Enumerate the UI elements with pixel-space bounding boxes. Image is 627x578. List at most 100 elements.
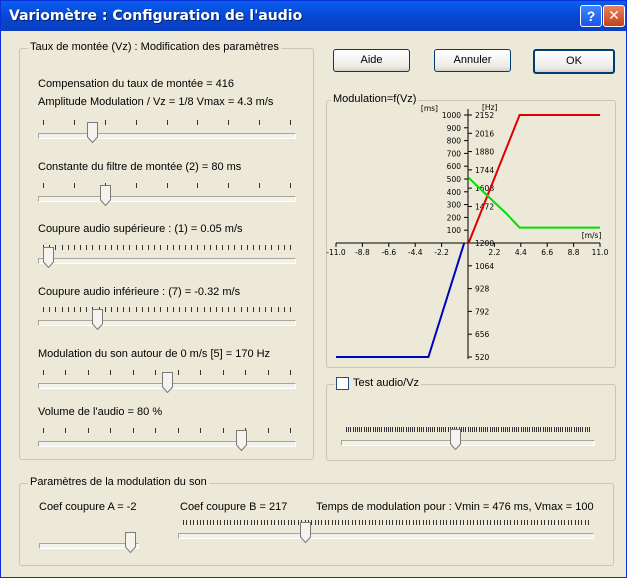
slider-tick [290, 307, 291, 312]
slider-tick [507, 520, 508, 525]
ok-button[interactable]: OK [533, 49, 615, 74]
slider-thumb[interactable] [99, 185, 111, 206]
slider-tick [228, 307, 230, 312]
slider-thumb[interactable] [161, 372, 173, 393]
slider-tick [403, 427, 405, 432]
slider-tick [443, 427, 445, 432]
modulation-slider[interactable] [38, 366, 296, 396]
slider-tick [87, 370, 89, 375]
slider-tick [533, 427, 535, 432]
slider-tick [447, 427, 449, 432]
test-audio-label[interactable]: Test audio/Vz [353, 377, 419, 389]
slider-tick [160, 245, 162, 250]
slider-tick [185, 245, 187, 250]
slider-tick [271, 307, 273, 312]
coupure-inf-slider[interactable] [38, 303, 296, 333]
slider-tick [61, 245, 63, 250]
slider-tick [186, 520, 188, 525]
constante-slider[interactable] [38, 179, 296, 209]
slider-tick [318, 520, 319, 525]
slider-tick [442, 520, 444, 525]
slider-tick [580, 427, 582, 432]
slider-track[interactable] [39, 543, 139, 549]
slider-tick [445, 427, 447, 432]
slider-thumb[interactable] [125, 532, 137, 553]
slider-tick [402, 520, 404, 525]
slider-tick [274, 520, 276, 525]
window-title: Variomètre : Configuration de l'audio [9, 8, 303, 24]
slider-ticks [178, 520, 594, 525]
slider-tick [562, 427, 564, 432]
slider-tick [209, 245, 211, 250]
slider-tick [540, 520, 542, 525]
slider-tick [415, 520, 417, 525]
slider-tick [104, 245, 106, 250]
slider-track[interactable] [341, 440, 595, 446]
slider-thumb[interactable] [235, 430, 247, 451]
slider-track[interactable] [38, 441, 296, 447]
slider-tick [589, 427, 590, 432]
slider-track[interactable] [38, 258, 296, 264]
slider-tick [549, 427, 551, 432]
slider-tick [527, 427, 529, 432]
slider-tick [222, 245, 224, 250]
slider-tick [520, 427, 522, 432]
slider-tick [550, 520, 552, 525]
help-title-button[interactable]: ? [580, 5, 602, 27]
slider-tick [510, 520, 512, 525]
modulation-params-legend: Paramètres de la modulation du son [28, 476, 209, 488]
volume-slider[interactable] [38, 424, 296, 454]
aide-button[interactable]: Aide [333, 49, 410, 72]
slider-tick [314, 520, 316, 525]
coef-b-slider[interactable] [178, 516, 594, 546]
slider-tick [350, 427, 352, 432]
slider-thumb[interactable] [42, 247, 54, 268]
slider-track[interactable] [178, 533, 594, 539]
y-hz-tick-label: 656 [475, 330, 490, 339]
slider-thumb[interactable] [450, 429, 462, 450]
slider-tick [259, 120, 261, 125]
slider-tick [486, 520, 488, 525]
slider-tick [416, 427, 418, 432]
coupure-sup-slider[interactable] [38, 241, 296, 271]
slider-tick [252, 307, 254, 312]
close-title-button[interactable]: ✕ [603, 5, 625, 27]
slider-thumb[interactable] [299, 522, 311, 543]
slider-tick [209, 307, 211, 312]
slider-tick [348, 427, 350, 432]
slider-tick [493, 520, 495, 525]
slider-tick [86, 245, 88, 250]
coef-a-slider[interactable] [39, 526, 139, 556]
slider-tick [197, 183, 199, 188]
annuler-button[interactable]: Annuler [434, 49, 511, 72]
slider-track[interactable] [38, 196, 296, 202]
slider-tick [245, 370, 247, 375]
slider-tick [554, 520, 556, 525]
slider-tick [394, 427, 396, 432]
slider-tick [43, 183, 44, 188]
amplitude-slider[interactable] [38, 116, 296, 146]
slider-thumb[interactable] [87, 122, 99, 143]
slider-tick [213, 520, 215, 525]
x-tick-label: 11.0 [592, 248, 609, 257]
test-audio-slider[interactable] [341, 423, 595, 453]
test-audio-checkbox[interactable] [336, 377, 349, 390]
slider-thumb[interactable] [92, 309, 104, 330]
slider-track[interactable] [38, 320, 296, 326]
slider-tick [135, 307, 137, 312]
slider-tick [432, 520, 434, 525]
slider-tick [440, 427, 442, 432]
slider-tick [555, 427, 557, 432]
slider-tick [265, 245, 267, 250]
slider-tick [160, 307, 162, 312]
x-tick-label: -8.8 [355, 248, 370, 257]
slider-ticks [38, 428, 296, 433]
slider-tick [482, 427, 484, 432]
slider-tick [104, 120, 106, 125]
slider-tick [544, 427, 546, 432]
slider-tick [294, 520, 296, 525]
slider-tick [110, 307, 112, 312]
slider-track[interactable] [38, 133, 296, 139]
slider-tick [267, 428, 269, 433]
slider-tick [135, 245, 137, 250]
